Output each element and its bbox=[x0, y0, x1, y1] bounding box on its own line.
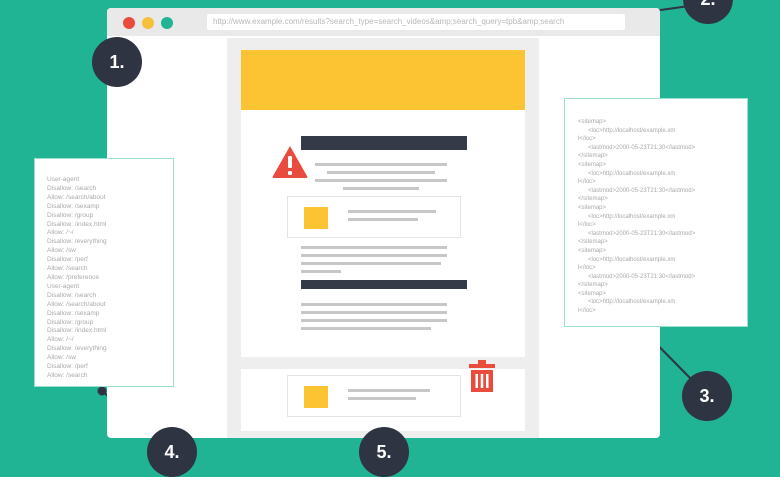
robots-txt-line: Disallow: /perf bbox=[47, 256, 88, 264]
robots-txt-text: User-agent Disallow: /search Allow: /searc… bbox=[47, 176, 107, 381]
sitemap-xml-line: <lastmod>2000-05-23T21:30</lastmod> bbox=[578, 144, 696, 151]
card-text-line bbox=[348, 389, 430, 392]
text-line bbox=[301, 270, 341, 273]
robots-txt-line: Disallow: /search bbox=[47, 184, 97, 192]
text-line bbox=[301, 246, 447, 249]
robots-txt-line: Disallow: /group bbox=[47, 211, 94, 219]
sitemap-xml-line: <loc>http://localhost/example.xm bbox=[578, 213, 676, 220]
robots-txt-line: User-agent bbox=[47, 176, 80, 183]
robots-txt-line: Disallow: /sexamp bbox=[47, 202, 100, 210]
sitemap-xml-line: </sitemap> bbox=[578, 282, 608, 289]
card-thumbnail bbox=[304, 207, 328, 229]
text-line bbox=[315, 163, 447, 166]
robots-txt-line: Disallow: /index.html bbox=[47, 220, 107, 228]
sitemap-xml-line: <sitemap> bbox=[578, 247, 607, 254]
warning-icon bbox=[272, 146, 308, 178]
card-thumbnail bbox=[304, 386, 328, 408]
robots-txt-line: Disallow: /group bbox=[47, 318, 94, 326]
sitemap-xml-line: <sitemap> bbox=[578, 290, 607, 297]
sitemap-xml-text: <sitemap> <loc>http://localhost/example.… bbox=[578, 118, 695, 316]
sitemap-xml-line: <loc>http://localhost/example.xm bbox=[578, 127, 676, 134]
text-line bbox=[301, 262, 441, 265]
robots-txt-panel: User-agent Disallow: /search Allow: /searc… bbox=[34, 158, 174, 387]
web-page-main bbox=[241, 50, 525, 357]
text-line bbox=[343, 187, 419, 190]
maximize-dot-icon bbox=[161, 17, 173, 29]
content-card bbox=[287, 196, 461, 238]
robots-txt-line: Allow: /preference bbox=[47, 273, 100, 281]
page-banner bbox=[241, 50, 525, 110]
robots-txt-line: User-agent bbox=[47, 282, 80, 290]
robots-txt-line: Disallow: /perf bbox=[47, 363, 88, 371]
robots-txt-line: Allow: /sw bbox=[47, 354, 76, 362]
browser-titlebar: http://www.example.com/results?search_ty… bbox=[107, 8, 660, 36]
robots-txt-line: Disallow: /search bbox=[47, 291, 97, 299]
marker-1: 1. bbox=[92, 37, 142, 87]
sitemap-xml-line: <sitemap> bbox=[578, 204, 607, 211]
sitemap-xml-line: <lastmod>2000-05-23T21:30</lastmod> bbox=[578, 187, 696, 194]
sitemap-xml-line: l</loc> bbox=[578, 222, 596, 229]
text-line bbox=[301, 311, 447, 314]
sitemap-xml-line: </sitemap> bbox=[578, 153, 608, 160]
close-dot-icon bbox=[123, 17, 135, 29]
sitemap-xml-line: </sitemap> bbox=[578, 196, 608, 203]
robots-txt-line: Allow: /search/about bbox=[47, 300, 106, 308]
sitemap-xml-line: </sitemap> bbox=[578, 239, 608, 246]
sitemap-xml-panel: <sitemap> <loc>http://localhost/example.… bbox=[564, 98, 748, 327]
trash-icon bbox=[469, 360, 495, 392]
sitemap-xml-line: l</loc> bbox=[578, 136, 596, 143]
robots-txt-line: Disallow: /everything bbox=[47, 238, 107, 246]
robots-txt-line: Allow: /search/about bbox=[47, 193, 106, 201]
connector-4-end bbox=[97, 386, 107, 396]
sitemap-xml-line: l</loc> bbox=[578, 308, 596, 315]
text-line bbox=[301, 303, 447, 306]
robots-txt-line: Allow: /search bbox=[47, 265, 88, 273]
card-text-line bbox=[348, 218, 418, 221]
robots-txt-line: Allow: /sw bbox=[47, 247, 76, 255]
section-heading-bar bbox=[301, 280, 467, 289]
address-bar[interactable]: http://www.example.com/results?search_ty… bbox=[207, 14, 625, 30]
robots-txt-line: Disallow: /sexamp bbox=[47, 309, 100, 317]
robots-txt-line: Allow: /~/ bbox=[47, 229, 74, 237]
sitemap-xml-line: <sitemap> bbox=[578, 161, 607, 168]
text-line bbox=[301, 254, 447, 257]
robots-txt-line: Disallow: /index.html bbox=[47, 327, 107, 335]
robots-txt-line: Allow: /~/ bbox=[47, 336, 74, 344]
sitemap-xml-line: <loc>http://localhost/example.xm bbox=[578, 256, 676, 263]
page-heading-bar bbox=[301, 136, 467, 150]
card-text-line bbox=[348, 397, 416, 400]
address-bar-url: http://www.example.com/results?search_ty… bbox=[213, 17, 565, 26]
robots-txt-line: Disallow: /everything bbox=[47, 345, 107, 353]
text-line bbox=[327, 171, 435, 174]
sitemap-xml-line: <sitemap> bbox=[578, 119, 607, 125]
sitemap-xml-line: l</loc> bbox=[578, 179, 596, 186]
card-text-line bbox=[348, 210, 436, 213]
content-card bbox=[287, 375, 461, 417]
text-line bbox=[301, 327, 431, 330]
marker-3: 3. bbox=[682, 371, 732, 421]
robots-txt-line: Allow: /search bbox=[47, 371, 88, 379]
sitemap-xml-line: <lastmod>2000-05-23T21:30</lastmod> bbox=[578, 230, 696, 237]
text-line bbox=[301, 319, 447, 322]
sitemap-xml-line: <loc>http://localhost/example.xm bbox=[578, 170, 676, 177]
minimize-dot-icon bbox=[142, 17, 154, 29]
sitemap-xml-line: l</loc> bbox=[578, 265, 596, 272]
sitemap-xml-line: <lastmod>2000-05-23T21:30</lastmod> bbox=[578, 273, 696, 280]
sitemap-xml-line: <loc>http://localhost/example.xm bbox=[578, 299, 676, 306]
text-line bbox=[315, 179, 447, 182]
